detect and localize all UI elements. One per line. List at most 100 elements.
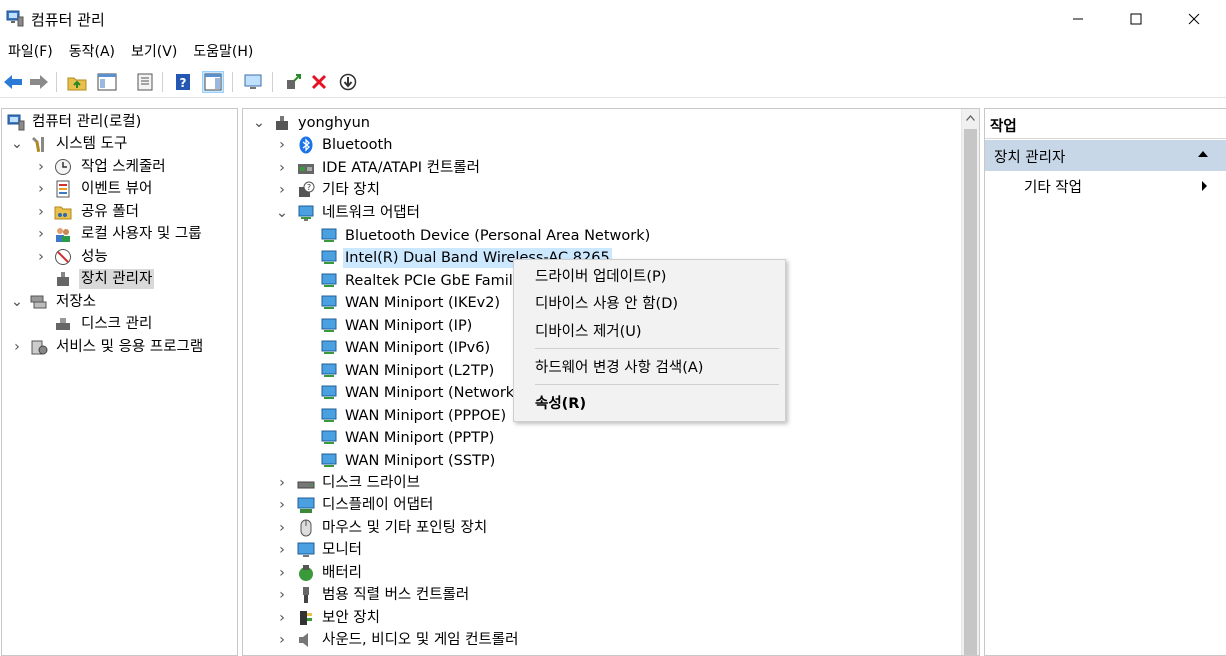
chevron-right-icon[interactable]: ›: [10, 336, 24, 358]
tree-item-other-devices[interactable]: › ? 기타 장치: [243, 179, 961, 201]
disable-device-button[interactable]: [337, 71, 359, 93]
chevron-right-icon[interactable]: ›: [275, 584, 289, 606]
network-adapter-icon: [298, 205, 314, 221]
services-icon: [31, 340, 48, 355]
chevron-right-icon[interactable]: ›: [34, 178, 48, 200]
disk-drive-icon: [297, 481, 315, 489]
tree-item-network-adapter[interactable]: WAN Miniport (SSTP): [243, 450, 961, 472]
properties-button[interactable]: [134, 71, 156, 93]
chevron-right-icon[interactable]: ›: [275, 134, 289, 156]
chevron-right-icon[interactable]: ›: [275, 179, 289, 201]
tree-item-device-manager[interactable]: 장치 관리자: [2, 268, 237, 290]
chevron-right-icon[interactable]: ›: [275, 539, 289, 561]
tree-item-ide-ata-atapi[interactable]: › IDE ATA/ATAPI 컨트롤러: [243, 157, 961, 179]
tree-item-computer-root[interactable]: ⌄ yonghyun: [243, 112, 961, 134]
tree-item-bluetooth[interactable]: › Bluetooth: [243, 134, 961, 156]
tree-item-network-adapter[interactable]: WAN Miniport (PPTP): [243, 427, 961, 449]
chevron-right-icon[interactable]: ›: [34, 156, 48, 178]
tree-item-performance[interactable]: › 성능: [2, 246, 237, 268]
usb-icon: [303, 587, 309, 603]
chevron-right-icon[interactable]: ›: [275, 629, 289, 651]
show-hide-console-tree-button[interactable]: [96, 71, 118, 93]
chevron-right-icon[interactable]: ›: [275, 157, 289, 179]
chevron-right-icon[interactable]: ›: [275, 494, 289, 516]
chevron-right-icon[interactable]: ›: [275, 607, 289, 629]
up-one-level-button[interactable]: [66, 71, 88, 93]
actions-section-device-manager[interactable]: 장치 관리자: [985, 140, 1226, 171]
tree-item-network-adapter[interactable]: Bluetooth Device (Personal Area Network): [243, 225, 961, 247]
network-adapter-icon: [321, 318, 337, 332]
update-driver-icon: [287, 74, 301, 89]
chevron-right-icon[interactable]: ›: [275, 562, 289, 584]
chevron-down-icon[interactable]: ⌄: [252, 112, 266, 134]
actions-more-actions[interactable]: 기타 작업: [985, 171, 1226, 199]
system-tools-icon: [32, 137, 44, 153]
minimize-button[interactable]: [1050, 0, 1106, 38]
scan-hardware-button[interactable]: [242, 71, 264, 93]
users-icon: [56, 228, 70, 242]
chevron-right-icon[interactable]: ›: [34, 246, 48, 268]
tree-item-task-scheduler[interactable]: › 작업 스케줄러: [2, 156, 237, 178]
tree-item-security-devices[interactable]: › 보안 장치: [243, 607, 961, 629]
tree-item-storage[interactable]: ⌄ 저장소: [2, 291, 237, 313]
update-driver-button[interactable]: [282, 71, 304, 93]
tree-item-disk-drives[interactable]: › 디스크 드라이브: [243, 472, 961, 494]
vertical-scrollbar[interactable]: [961, 109, 979, 655]
tree-item-sound-video-game[interactable]: › 사운드, 비디오 및 게임 컨트롤러: [243, 629, 961, 651]
menu-action[interactable]: 동작(A): [61, 38, 123, 66]
tree-item-computer-management-local[interactable]: 컴퓨터 관리(로컬): [2, 111, 237, 133]
chevron-right-icon[interactable]: ›: [34, 223, 48, 245]
ctx-update-driver[interactable]: 드라이버 업데이트(P): [514, 265, 785, 289]
chevron-right-icon[interactable]: ›: [275, 472, 289, 494]
maximize-icon: [1130, 13, 1142, 25]
help-button[interactable]: ?: [172, 71, 194, 93]
chevron-up-icon: [966, 114, 975, 121]
tree-item-label: 공유 폴더: [81, 204, 139, 220]
ctx-properties[interactable]: 속성(R): [514, 392, 785, 416]
tree-item-usb-controllers[interactable]: › 범용 직렬 버스 컨트롤러: [243, 584, 961, 606]
chevron-right-icon[interactable]: ›: [275, 517, 289, 539]
tree-item-label: 디스크 관리: [81, 316, 153, 332]
maximize-button[interactable]: [1108, 0, 1164, 38]
tree-item-system-tools[interactable]: ⌄ 시스템 도구: [2, 133, 237, 155]
chevron-down-icon[interactable]: ⌄: [10, 133, 24, 155]
show-hide-action-pane-button[interactable]: [202, 71, 224, 93]
console-tree-pane: 컴퓨터 관리(로컬) ⌄ 시스템 도구 › 작업 스케줄러 › 이벤트 뷰어 ›…: [1, 108, 238, 656]
chevron-down-icon[interactable]: ⌄: [275, 202, 289, 224]
toolbar-separator: [162, 72, 163, 92]
chevron-down-icon[interactable]: ⌄: [10, 291, 24, 313]
back-button[interactable]: [2, 71, 24, 93]
tree-item-network-adapters[interactable]: ⌄ 네트워크 어댑터: [243, 202, 961, 224]
tree-item-local-users-groups[interactable]: › 로컬 사용자 및 그룹: [2, 223, 237, 245]
menu-help[interactable]: 도움말(H): [185, 38, 261, 66]
collapse-up-icon[interactable]: [1197, 150, 1209, 158]
ctx-uninstall-device[interactable]: 디바이스 제거(U): [514, 320, 785, 344]
tree-item-shared-folders[interactable]: › 공유 폴더: [2, 201, 237, 223]
chevron-right-icon[interactable]: ›: [34, 201, 48, 223]
tree-item-disk-management[interactable]: 디스크 관리: [2, 313, 237, 335]
scroll-up-button[interactable]: [962, 109, 979, 126]
forward-button[interactable]: [28, 71, 50, 93]
mouse-icon: [300, 519, 312, 537]
scroll-thumb[interactable]: [964, 129, 977, 655]
network-adapter-icon: [321, 453, 337, 467]
ctx-scan-hardware-changes[interactable]: 하드웨어 변경 사항 검색(A): [514, 356, 785, 380]
context-menu-separator: [535, 384, 779, 385]
tree-item-event-viewer[interactable]: › 이벤트 뷰어: [2, 178, 237, 200]
computer-management-icon: [7, 114, 25, 131]
close-button[interactable]: [1166, 0, 1222, 38]
toolbar: ?: [0, 66, 1226, 98]
tree-item-monitors[interactable]: › 모니터: [243, 539, 961, 561]
menu-file[interactable]: 파일(F): [0, 38, 61, 66]
performance-icon: [55, 249, 71, 265]
tree-item-mice-pointing[interactable]: › 마우스 및 기타 포인팅 장치: [243, 517, 961, 539]
minimize-icon: [1073, 18, 1083, 20]
uninstall-device-button[interactable]: [308, 71, 330, 93]
tree-item-display-adapters[interactable]: › 디스플레이 어댑터: [243, 494, 961, 516]
properties-icon: [137, 73, 153, 91]
tree-item-batteries[interactable]: › 배터리: [243, 562, 961, 584]
tree-item-label: 장치 관리자: [79, 269, 155, 289]
menu-view[interactable]: 보기(V): [123, 38, 185, 66]
tree-item-services-applications[interactable]: › 서비스 및 응용 프로그램: [2, 336, 237, 358]
ctx-disable-device[interactable]: 디바이스 사용 안 함(D): [514, 292, 785, 316]
